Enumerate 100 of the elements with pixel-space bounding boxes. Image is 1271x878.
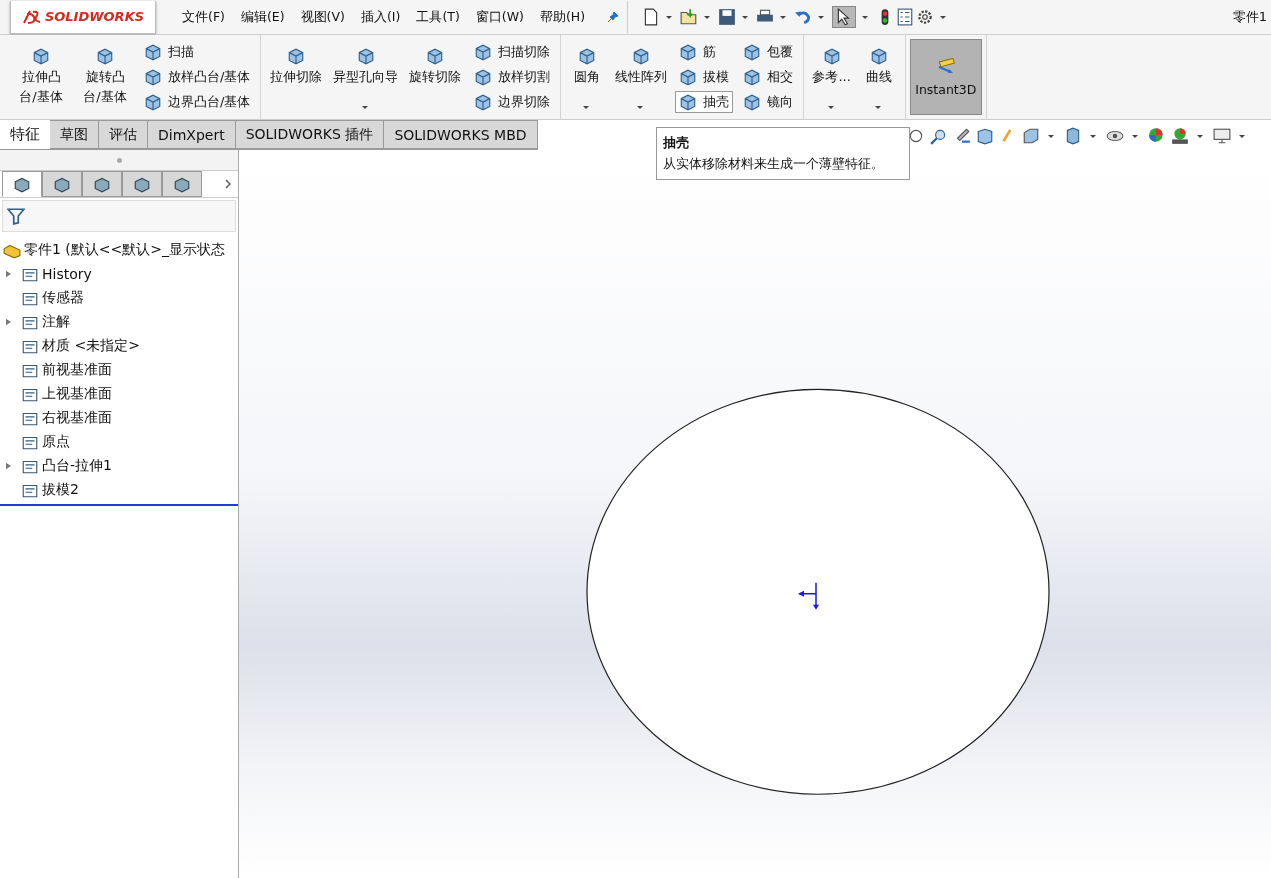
chevron-right-icon[interactable] xyxy=(224,178,232,190)
menu-item[interactable]: 窗口(W) xyxy=(475,8,524,26)
ds-logo-icon xyxy=(21,8,42,25)
menu-item[interactable]: 文件(F) xyxy=(182,8,225,26)
undo-icon[interactable] xyxy=(794,8,813,26)
tree-label: 材质 <未指定> xyxy=(42,337,140,355)
ribbon-button[interactable]: 拉伸切除 xyxy=(265,37,328,117)
ribbon-button[interactable]: 边界凸台/基体 xyxy=(140,91,255,114)
ribbon-button[interactable]: 边界切除 xyxy=(470,91,555,114)
ribbon-button[interactable]: 放样切割 xyxy=(470,66,555,88)
ribbon-button[interactable]: 旋转切除 xyxy=(404,37,467,117)
options-list-icon[interactable] xyxy=(896,8,915,26)
ribbon-button[interactable]: 拔模 xyxy=(675,66,734,88)
caret-icon[interactable] xyxy=(1048,134,1054,138)
cube-icon xyxy=(474,68,493,86)
app-logo: SOLIDWORKS xyxy=(10,0,156,34)
scene-icon[interactable] xyxy=(1170,127,1190,145)
caret-icon[interactable] xyxy=(1239,134,1245,138)
tree-item[interactable]: 传感器 xyxy=(0,286,238,310)
tree-item[interactable]: History xyxy=(0,262,238,286)
ribbon-tab[interactable]: SOLIDWORKS 插件 xyxy=(235,120,385,149)
tree-label: 原点 xyxy=(42,433,70,451)
ribbon-button[interactable]: 相交 xyxy=(739,66,798,88)
panel-grip-handle[interactable] xyxy=(116,157,122,163)
menu-item[interactable]: 编辑(E) xyxy=(240,8,285,26)
tree-item[interactable]: 零件1 (默认<<默认>_显示状态 xyxy=(0,238,238,262)
caret-icon[interactable] xyxy=(704,15,711,19)
tree-item[interactable]: 原点 xyxy=(0,430,238,454)
caret-icon xyxy=(583,106,590,109)
tree-item[interactable]: 凸台-拉伸1 xyxy=(0,454,238,478)
tree-item[interactable]: 前视基准面 xyxy=(0,358,238,382)
ribbon-button[interactable]: 参考... xyxy=(808,37,855,117)
cube-icon xyxy=(474,93,493,112)
cube-icon xyxy=(679,42,698,61)
ribbon-button[interactable]: 扫描 xyxy=(140,40,255,63)
caret-icon[interactable] xyxy=(742,15,749,19)
ribbon-button[interactable]: 圆角 xyxy=(565,37,610,117)
menu-item[interactable]: 帮助(H) xyxy=(539,8,586,26)
caret-icon[interactable] xyxy=(940,15,947,19)
panel-tab[interactable] xyxy=(122,171,162,197)
ribbon-button[interactable]: 包覆 xyxy=(739,40,798,63)
ribbon-tab[interactable]: 草图 xyxy=(50,120,99,149)
filter-field[interactable] xyxy=(2,200,236,232)
panel-tab[interactable] xyxy=(82,171,122,197)
caret-icon xyxy=(361,106,368,109)
ribbon-button[interactable]: 镜向 xyxy=(739,91,798,114)
expand-arrow-icon[interactable] xyxy=(6,318,11,326)
ribbon-button[interactable]: 抽壳 xyxy=(675,91,734,114)
caret-icon[interactable] xyxy=(1197,134,1203,138)
settings-icon[interactable] xyxy=(916,8,935,26)
select-button[interactable] xyxy=(832,6,857,28)
cube-icon xyxy=(679,93,698,112)
caret-icon[interactable] xyxy=(780,15,787,19)
ribbon-tab[interactable]: DimXpert xyxy=(148,120,236,149)
menu-item[interactable]: 插入(I) xyxy=(360,8,401,26)
panel-tab-icon xyxy=(53,175,71,193)
menu-item[interactable]: 工具(T) xyxy=(416,8,460,26)
save-icon[interactable] xyxy=(718,8,737,26)
monitor-icon[interactable] xyxy=(1212,127,1232,145)
caret-icon[interactable] xyxy=(862,15,869,19)
panel-tab[interactable] xyxy=(42,171,82,197)
ribbon-button[interactable]: 曲线 xyxy=(856,37,901,117)
tree-item[interactable]: 拔模2 xyxy=(0,478,238,502)
ribbon-button[interactable]: 旋转凸台/基体 xyxy=(74,37,136,117)
ribbon-button[interactable]: 拉伸凸台/基体 xyxy=(10,37,72,117)
origin-icon xyxy=(798,582,819,610)
view-orientation-icon[interactable] xyxy=(1021,127,1041,145)
instant3d-button[interactable]: Instant3D xyxy=(909,39,982,115)
tree-item[interactable]: 上视基准面 xyxy=(0,382,238,406)
expand-arrow-icon[interactable] xyxy=(6,462,11,470)
caret-icon[interactable] xyxy=(818,15,825,19)
ribbon-button[interactable]: 异型孔向导 xyxy=(329,37,403,117)
cube-icon xyxy=(743,68,762,86)
panel-tab[interactable] xyxy=(2,171,42,197)
tree-label: 注解 xyxy=(42,313,70,331)
tooltip-text: 从实体移除材料来生成一个薄壁特征。 xyxy=(663,155,885,173)
caret-icon[interactable] xyxy=(666,15,673,19)
tooltip-title: 抽壳 xyxy=(663,134,690,152)
ribbon-button[interactable]: 线性阵列 xyxy=(611,37,672,117)
ribbon-button[interactable]: 扫描切除 xyxy=(470,40,555,63)
tree-item[interactable]: 材质 <未指定> xyxy=(0,334,238,358)
folder-icon[interactable] xyxy=(680,8,699,26)
caret-icon xyxy=(874,106,881,109)
ribbon-tab[interactable]: 评估 xyxy=(99,120,148,149)
caret-icon[interactable] xyxy=(1132,134,1138,138)
panel-tab[interactable] xyxy=(162,171,202,197)
tree-label: 零件1 (默认<<默认>_显示状态 xyxy=(24,241,225,259)
caret-icon[interactable] xyxy=(1090,134,1096,138)
tree-label: 拔模2 xyxy=(42,481,79,499)
ribbon-button[interactable]: 放样凸台/基体 xyxy=(140,66,255,88)
tree-item[interactable]: 注解 xyxy=(0,310,238,334)
cube-icon xyxy=(31,47,51,65)
ribbon-button[interactable]: 筋 xyxy=(675,40,734,63)
pin-icon[interactable] xyxy=(607,11,620,23)
ribbon-tab[interactable]: SOLIDWORKS MBD xyxy=(384,120,538,149)
menu-item[interactable]: 视图(V) xyxy=(300,8,345,26)
expand-arrow-icon[interactable] xyxy=(6,270,11,278)
tree-label: History xyxy=(42,266,92,282)
caret-icon xyxy=(637,106,644,109)
tree-item[interactable]: 右视基准面 xyxy=(0,406,238,430)
